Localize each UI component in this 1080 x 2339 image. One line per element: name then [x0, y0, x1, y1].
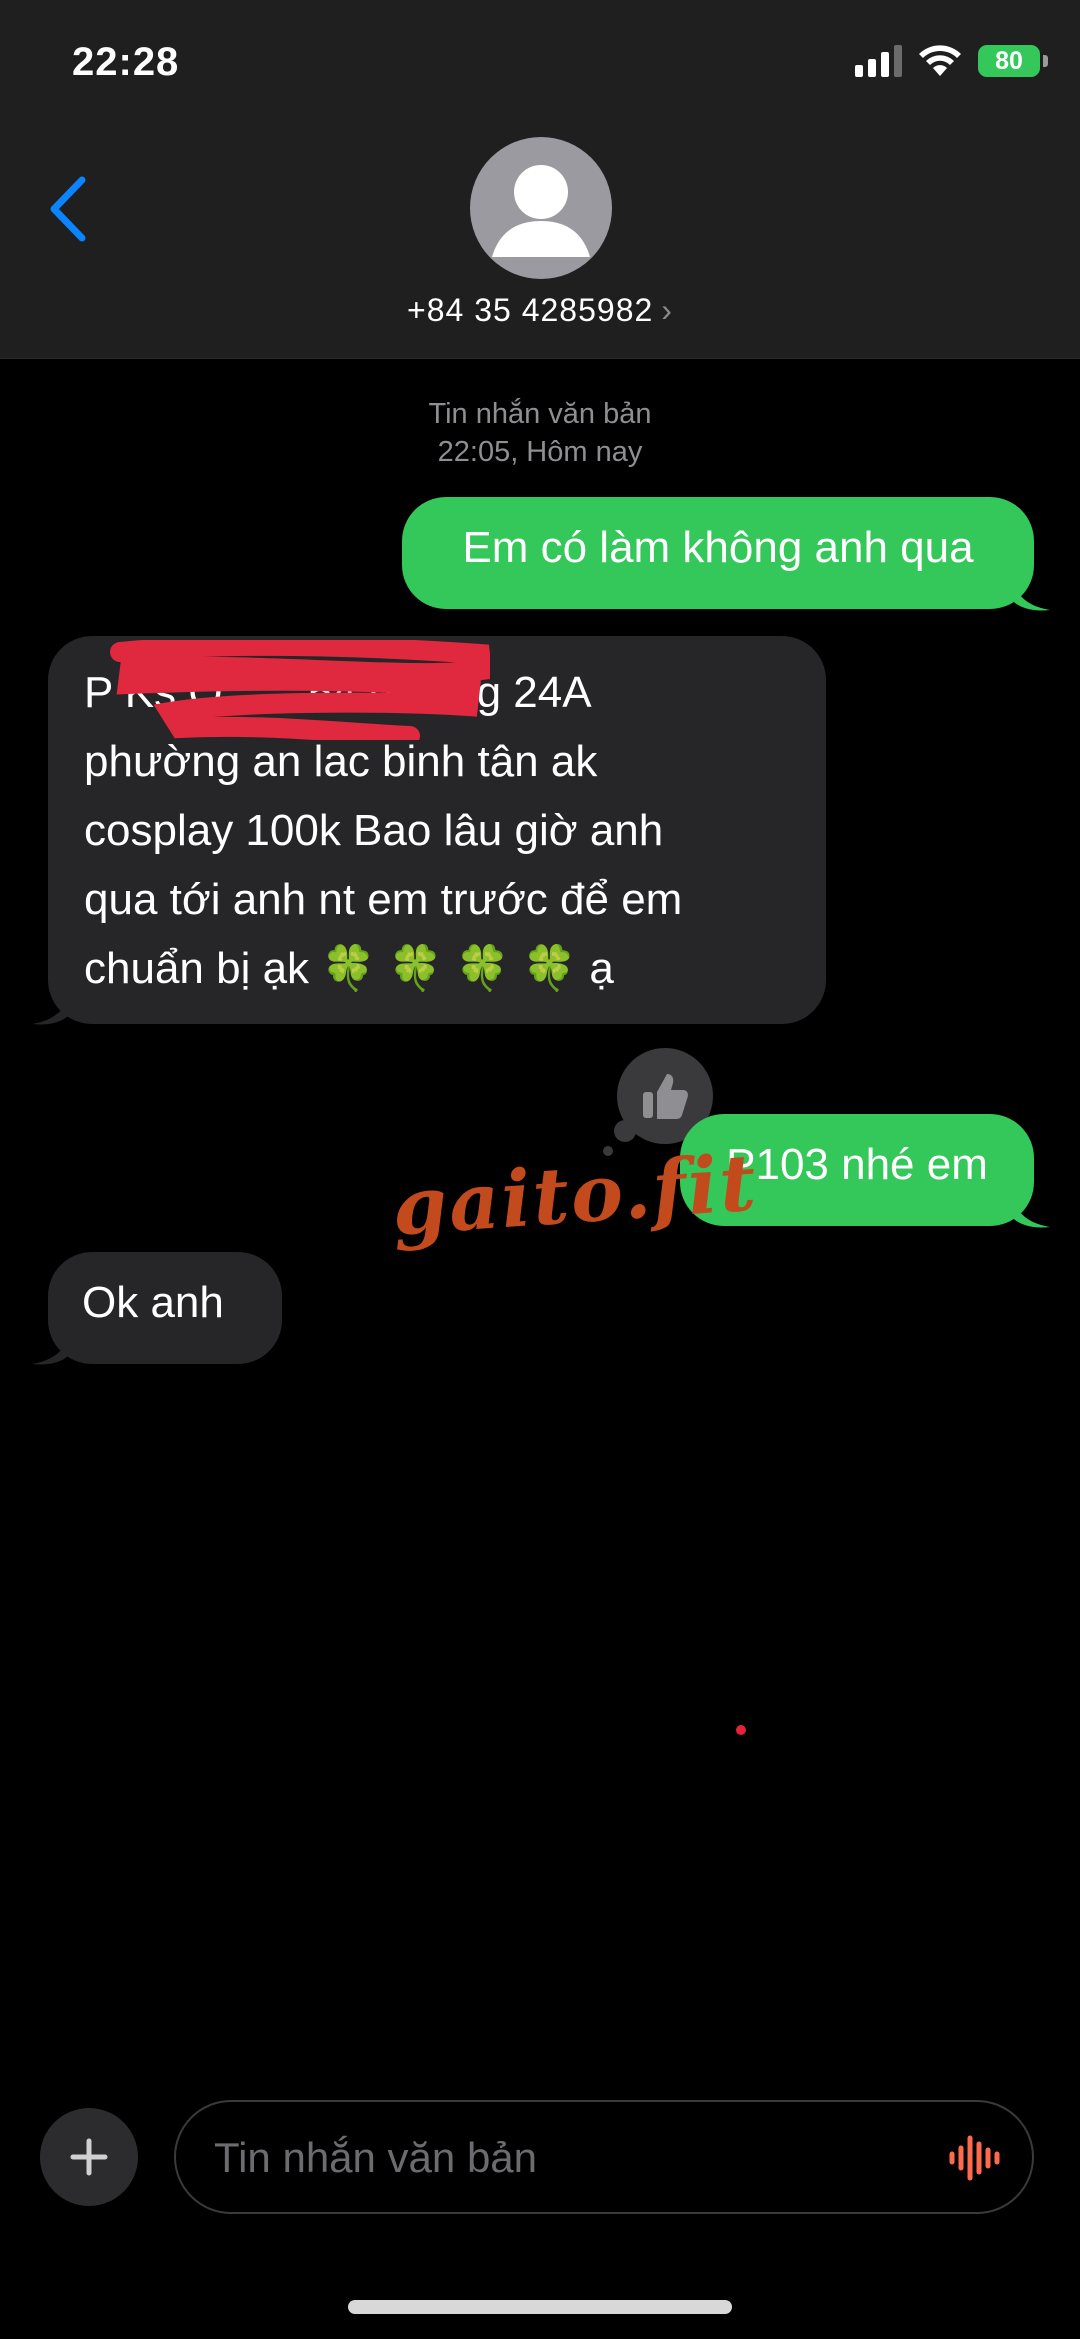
- outgoing-message-bubble[interactable]: Em có làm không anh qua: [402, 497, 1034, 609]
- watermark: gaito.fit: [389, 1137, 761, 1254]
- add-attachment-button[interactable]: [40, 2108, 138, 2206]
- message-line: cosplay 100k Bao lâu giờ anh: [84, 806, 664, 855]
- contact-number: +84 35 4285982: [407, 292, 654, 328]
- message-text: Em có làm không anh qua: [462, 523, 974, 572]
- avatar-icon: [492, 165, 590, 257]
- message-line: qua tới anh nt em trước để em: [84, 875, 683, 924]
- message-line: chuẩn bị ạk 🍀 🍀 🍀 🍀 ạ: [84, 944, 614, 993]
- bubble-tail: [1010, 1189, 1050, 1228]
- back-button[interactable]: [44, 174, 94, 244]
- signal-icon: [855, 45, 902, 77]
- message-text: P103 nhé em: [726, 1140, 988, 1189]
- message-input[interactable]: [212, 2102, 916, 2214]
- status-time: 22:28: [72, 40, 180, 84]
- redaction-scribble: [110, 640, 490, 740]
- conversation-header: 22:28 80 +84 35 4285982 ›: [0, 0, 1080, 359]
- bubble-tail: [32, 1326, 72, 1365]
- battery-level: 80: [995, 46, 1023, 75]
- contact-name-button[interactable]: +84 35 4285982 ›: [0, 292, 1080, 329]
- chevron-right-icon: ›: [661, 292, 673, 328]
- bubble-tail: [1010, 572, 1050, 611]
- home-indicator[interactable]: [348, 2300, 732, 2314]
- bubble-tail: [32, 986, 72, 1025]
- message-text: Ok anh: [82, 1278, 224, 1327]
- contact-avatar[interactable]: [470, 137, 612, 279]
- audio-wave-icon[interactable]: [948, 2132, 1004, 2184]
- incoming-message-bubble[interactable]: Ok anh: [48, 1252, 282, 1364]
- message-input-container[interactable]: [174, 2100, 1034, 2214]
- wifi-icon: [919, 45, 961, 76]
- thumbs-up-icon: [643, 1074, 688, 1119]
- plus-icon: [70, 2138, 108, 2176]
- message-timestamp: 22:05, Hôm nay: [437, 436, 643, 468]
- message-type-label: Tin nhắn văn bản: [428, 398, 652, 430]
- battery-icon: 80: [978, 45, 1048, 77]
- back-chevron-icon: [50, 176, 86, 242]
- conversation-meta: Tin nhắn văn bản 22:05, Hôm nay: [0, 395, 1080, 471]
- tapback-dot: [614, 1120, 636, 1142]
- red-dot-artifact: [736, 1725, 746, 1735]
- status-icons: 80: [855, 44, 1048, 78]
